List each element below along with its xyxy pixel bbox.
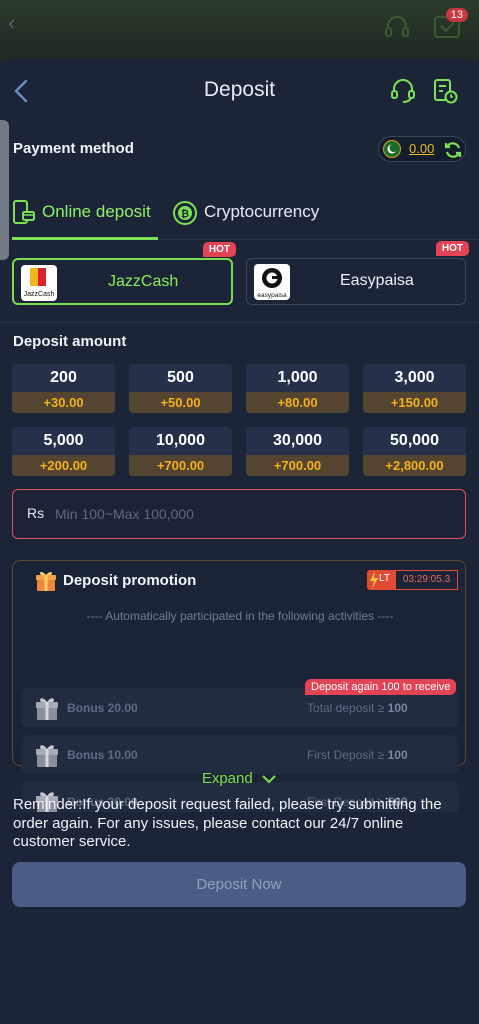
amount-bonus: +80.00 xyxy=(246,392,349,413)
section-divider xyxy=(0,322,479,323)
customer-service-icon[interactable] xyxy=(390,78,416,109)
amount-value: 3,000 xyxy=(394,369,435,386)
activity-condition: Total deposit ≥ 100 xyxy=(307,701,408,715)
deposit-promotion-panel: Deposit promotion LT 03:29:05.3 ---- Aut… xyxy=(12,560,466,812)
amount-input-box: Rs xyxy=(12,489,466,539)
amount-bonus: +200.00 xyxy=(12,455,115,476)
balance-amount: 0.00 xyxy=(409,141,435,156)
promotion-subtitle: ---- Automatically participated in the f… xyxy=(86,609,394,623)
amount-option[interactable]: 10,000 +700.00 xyxy=(129,427,232,476)
refresh-icon[interactable] xyxy=(443,140,463,165)
amount-bonus: +150.00 xyxy=(363,392,466,413)
reminder-text: Reminder:If your deposit request failed,… xyxy=(13,796,442,850)
jazzcash-logo-text: JazzCash xyxy=(24,291,55,298)
amount-option[interactable]: 30,000 +700.00 xyxy=(246,427,349,476)
activity-name: Bonus 20.00 xyxy=(67,701,138,715)
deposit-records-icon[interactable] xyxy=(432,78,458,109)
amount-value: 50,000 xyxy=(390,432,439,449)
activity-tip: Deposit again 100 to receive xyxy=(305,679,457,695)
background-inbox-icon: 13 xyxy=(432,8,468,44)
payment-method-label: Payment method xyxy=(13,140,134,157)
deposit-now-button[interactable]: Deposit Now xyxy=(12,862,466,907)
deposit-sheet: Deposit Payment method 0.00 Online depos… xyxy=(0,58,479,1024)
promotion-activity: Deposit again 100 to receive Bonus 20.00… xyxy=(22,679,458,727)
amount-value: 5,000 xyxy=(43,432,84,449)
amount-option[interactable]: 200 +30.00 xyxy=(12,364,115,413)
hot-badge: HOT xyxy=(202,242,236,257)
deposit-tabs: Online deposit ₿ Cryptocurrency xyxy=(0,190,479,240)
svg-text:₿: ₿ xyxy=(181,208,189,220)
promotion-activity: Bonus 10.00 First Deposit ≥ 100 xyxy=(22,735,458,774)
pakistan-flag-icon xyxy=(383,140,401,158)
amount-option[interactable]: 500 +50.00 xyxy=(129,364,232,413)
jazzcash-logo: JazzCash xyxy=(21,265,57,301)
amount-option[interactable]: 1,000 +80.00 xyxy=(246,364,349,413)
easypaisa-logo-text: easypaisa xyxy=(257,292,287,299)
amount-option[interactable]: 50,000 +2,800.00 xyxy=(363,427,466,476)
tab-cryptocurrency[interactable]: ₿ Cryptocurrency xyxy=(172,200,319,240)
payment-option-easypaisa[interactable]: HOT easypaisa Easypaisa xyxy=(246,241,469,305)
amount-bonus: +2,800.00 xyxy=(363,455,466,476)
gift-box-icon xyxy=(33,694,61,727)
amount-value: 30,000 xyxy=(273,432,322,449)
activity-condition: First Deposit ≥ 100 xyxy=(307,748,408,762)
amount-value: 1,000 xyxy=(277,369,318,386)
amount-input[interactable] xyxy=(55,500,455,528)
notification-badge: 13 xyxy=(445,8,468,22)
background-page-header: ‹ 13 xyxy=(0,0,479,60)
deposit-amount-label: Deposit amount xyxy=(13,333,127,350)
hot-badge: HOT xyxy=(435,241,469,256)
activity-name: Bonus 10.00 xyxy=(67,748,138,762)
tab-online-deposit-label: Online deposit xyxy=(42,202,151,221)
tab-online-deposit[interactable]: Online deposit xyxy=(12,200,158,240)
header: Deposit xyxy=(0,58,479,122)
easypaisa-logo: easypaisa xyxy=(254,264,290,300)
chevron-down-icon xyxy=(262,775,276,784)
phone-payment-icon xyxy=(12,200,36,231)
amount-bonus: +700.00 xyxy=(129,455,232,476)
limited-time-label: LT xyxy=(379,573,390,584)
amount-bonus: +50.00 xyxy=(129,392,232,413)
easypaisa-label: Easypaisa xyxy=(340,272,414,289)
background-headset-icon xyxy=(384,14,410,47)
amount-bonus: +700.00 xyxy=(246,455,349,476)
amount-value: 200 xyxy=(50,369,77,386)
amount-bonus: +30.00 xyxy=(12,392,115,413)
jazzcash-label: JazzCash xyxy=(108,273,179,290)
background-back-icon: ‹ xyxy=(8,10,16,35)
amount-option[interactable]: 5,000 +200.00 xyxy=(12,427,115,476)
promotion-title: Deposit promotion xyxy=(63,572,197,589)
countdown-timer: 03:29:05.3 xyxy=(395,570,458,590)
amount-option[interactable]: 3,000 +150.00 xyxy=(363,364,466,413)
currency-label: Rs xyxy=(27,505,45,521)
tab-cryptocurrency-label: Cryptocurrency xyxy=(204,202,320,221)
amount-value: 500 xyxy=(167,369,194,386)
balance-pill: 0.00 xyxy=(378,136,466,162)
crypto-coin-icon: ₿ xyxy=(172,200,198,231)
expand-label: Expand xyxy=(201,770,253,787)
expand-toggle[interactable]: Expand xyxy=(0,770,479,788)
payment-option-jazzcash[interactable]: HOT JazzCash JazzCash xyxy=(12,242,236,305)
gift-icon xyxy=(34,569,58,598)
side-drag-handle[interactable] xyxy=(0,120,9,260)
amount-value: 10,000 xyxy=(156,432,205,449)
